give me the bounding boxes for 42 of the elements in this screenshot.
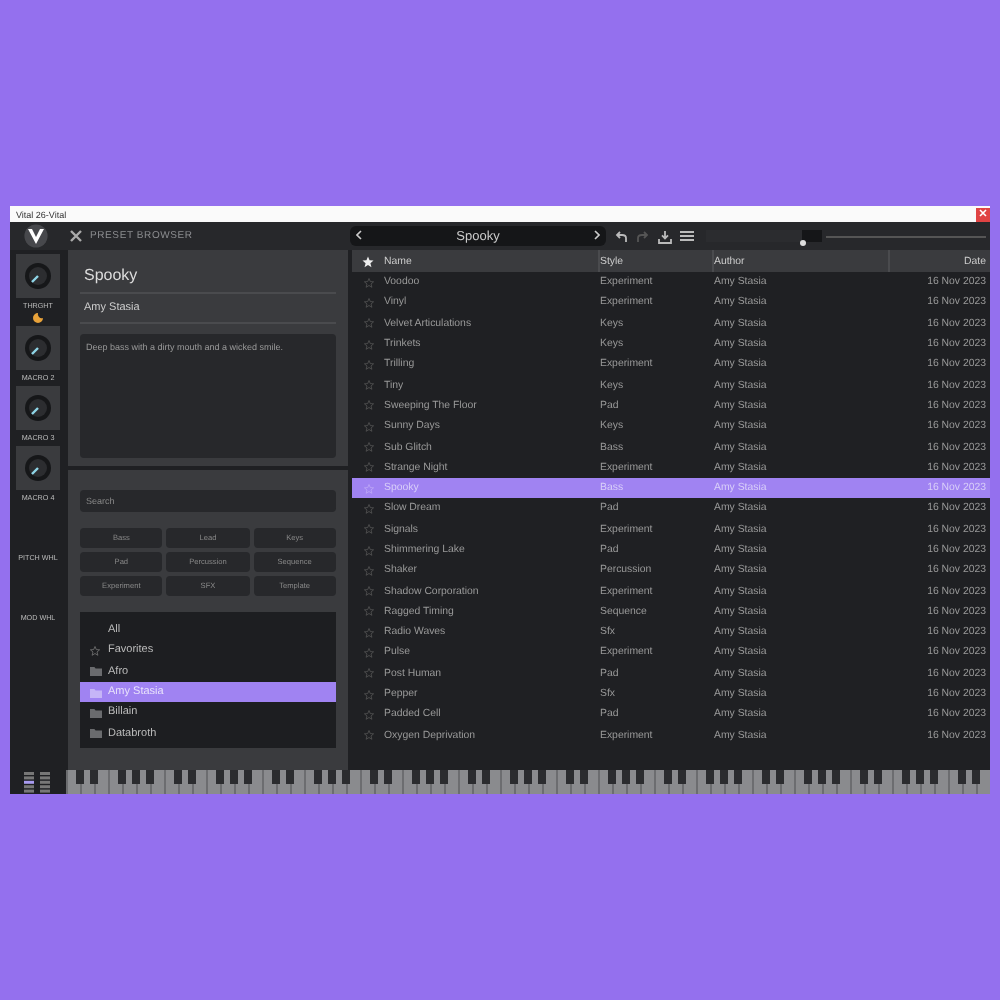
slider-thumb[interactable] [799, 240, 806, 246]
star-icon[interactable] [363, 709, 373, 720]
menu-button[interactable] [680, 230, 694, 242]
redo-button[interactable] [636, 229, 650, 243]
star-icon[interactable] [363, 503, 373, 514]
star-icon[interactable] [363, 277, 373, 288]
star-icon[interactable] [363, 297, 373, 308]
knob[interactable] [24, 454, 52, 482]
star-icon[interactable] [363, 565, 373, 576]
knob[interactable] [24, 262, 52, 290]
star-icon[interactable] [363, 483, 373, 494]
modulation-matrix-icon[interactable] [22, 771, 54, 793]
star-icon[interactable] [363, 421, 373, 432]
star-icon[interactable] [363, 359, 373, 370]
star-icon[interactable] [363, 627, 373, 638]
preset-title: Spooky [80, 258, 336, 294]
star-icon[interactable] [363, 606, 373, 617]
star-icon[interactable] [363, 380, 373, 391]
star-icon[interactable] [363, 668, 373, 679]
star-icon[interactable] [362, 255, 374, 267]
star-icon[interactable] [363, 730, 373, 741]
star-icon[interactable] [363, 524, 373, 535]
piano-keyboard-drawing[interactable] [66, 770, 990, 794]
moon-icon [32, 312, 44, 324]
undo-button[interactable] [614, 229, 628, 243]
save-button[interactable] [658, 229, 672, 243]
close-button[interactable] [976, 207, 990, 221]
knob[interactable] [24, 394, 52, 422]
star-icon[interactable] [363, 442, 373, 453]
star-icon[interactable] [363, 647, 373, 658]
close-icon[interactable] [70, 230, 82, 242]
star-icon[interactable] [363, 586, 373, 597]
star-icon[interactable] [363, 689, 373, 700]
star-icon[interactable] [363, 545, 373, 555]
star-icon [90, 645, 100, 656]
previous-button[interactable] [350, 229, 368, 243]
star-icon[interactable] [363, 318, 373, 329]
star-icon[interactable] [363, 462, 373, 473]
star-icon[interactable] [363, 400, 373, 411]
star-icon[interactable] [363, 339, 373, 350]
next-button[interactable] [588, 229, 606, 243]
knob[interactable] [24, 334, 52, 362]
